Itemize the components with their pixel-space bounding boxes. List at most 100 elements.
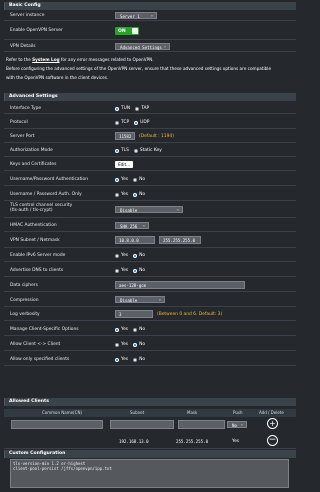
interface-type-label: Interface Type xyxy=(10,106,42,111)
chevron-down-icon: ▾ xyxy=(158,298,161,302)
client-mask: 255.255.255.0 xyxy=(176,439,209,444)
data-ciphers-input[interactable]: aes-128-gcm xyxy=(115,281,245,289)
col-subnet: Subnet xyxy=(130,410,145,415)
server-port-label: Server Port xyxy=(10,134,35,139)
auth-mode-row: Authorization Mode TLS Static Key xyxy=(4,144,296,157)
client-row: 192.168.13.0 255.255.255.0 Yes − xyxy=(4,434,296,449)
custom-config-header: Custom Configuration xyxy=(4,450,296,458)
allowed-clients-table-header: Common Name(CN) Subnet Mask Push Add / D… xyxy=(4,409,296,417)
enable-server-row: Enable OpenVPN Server ON xyxy=(4,22,296,40)
ipv6-row: Enable IPv6 Server mode Yes No xyxy=(4,249,296,262)
auth-mode-label: Authorization Mode xyxy=(10,148,53,153)
data-ciphers-label: Data ciphers xyxy=(10,283,38,288)
vpn-subnet-row: VPN Subnet / Netmask 10.8.0.0 255.255.25… xyxy=(4,233,296,248)
vpn-details-row: VPN Details Advanced Settings ▾ xyxy=(4,41,296,52)
custom-config-textarea[interactable]: tls-version-min 1.2 or-highest client-po… xyxy=(10,459,289,488)
keys-certs-row: Keys and Certificates Edit... xyxy=(4,158,296,171)
interface-type-row: Interface Type TUN TAP xyxy=(4,102,296,114)
hmac-select[interactable]: SHA 256 ▾ xyxy=(115,222,149,229)
userpass-no-radio[interactable] xyxy=(133,177,138,182)
udp-radio[interactable] xyxy=(134,120,139,125)
only-specified-yes-radio[interactable] xyxy=(115,357,119,362)
chevron-down-icon: ▾ xyxy=(142,224,145,228)
c2c-yes-radio[interactable] xyxy=(115,342,119,347)
enable-server-toggle[interactable]: ON xyxy=(115,27,139,35)
delete-client-button[interactable]: − xyxy=(267,435,278,446)
data-ciphers-row: Data ciphers aes-128-gcm xyxy=(4,278,296,292)
log-verbosity-hint: (Between 0 and 6. Default: 3) xyxy=(157,311,223,317)
tap-radio[interactable] xyxy=(135,106,140,111)
static-key-radio[interactable] xyxy=(133,148,138,153)
new-push-select[interactable]: No ▾ xyxy=(227,421,247,428)
server-port-row: Server Port 11582 (Default : 1194) xyxy=(4,130,296,143)
system-log-link[interactable]: System Log xyxy=(32,57,59,62)
log-verbosity-input[interactable]: 3 xyxy=(115,310,153,318)
vpn-subnet-input[interactable]: 10.8.0.0 xyxy=(115,236,155,244)
allowed-clients-header: Allowed Clients xyxy=(4,398,296,406)
only-specified-clients-row: Allow only specified clients Yes No xyxy=(4,352,296,366)
new-mask-input[interactable] xyxy=(178,420,225,429)
edit-keys-button[interactable]: Edit... xyxy=(115,161,134,168)
keys-certs-label: Keys and Certificates xyxy=(10,162,57,167)
chevron-down-icon: ▾ xyxy=(150,14,153,18)
tls-security-select[interactable]: Disable ▾ xyxy=(115,206,183,213)
ipv6-label: Enable IPv6 Server mode xyxy=(10,253,66,258)
client-push: Yes xyxy=(232,439,240,444)
userpass-yes-radio[interactable] xyxy=(115,177,119,182)
hmac-label: HMAC Authentication xyxy=(10,223,57,228)
col-common-name: Common Name(CN) xyxy=(42,410,82,415)
tls-radio[interactable] xyxy=(115,148,119,153)
only-specified-no-radio[interactable] xyxy=(133,357,138,362)
userpass-only-row: Username / Password Auth. Only Yes No xyxy=(4,187,296,201)
tls-security-label: TLS control channel security (tls-auth / … xyxy=(10,203,73,213)
advertise-dns-label: Advertise DNS to clients xyxy=(10,268,64,273)
system-log-note: Refer to the System Log for any error me… xyxy=(6,57,154,62)
hmac-row: HMAC Authentication SHA 256 ▾ xyxy=(4,219,296,232)
new-subnet-input[interactable] xyxy=(110,420,174,429)
server-port-input[interactable]: 11582 xyxy=(115,132,135,140)
compat-note-2: with the OpenVPN software in the client … xyxy=(6,75,109,80)
log-verbosity-row: Log verbosity 3 (Between 0 and 6. Defaul… xyxy=(4,308,296,321)
vpn-details-label: VPN Details xyxy=(10,44,36,49)
ipv6-no-radio[interactable] xyxy=(133,253,138,258)
advanced-settings-header: Advanced Settings xyxy=(4,93,296,101)
vpn-netmask-input[interactable]: 255.255.255.0 xyxy=(159,236,201,244)
userpass-only-label: Username / Password Auth. Only xyxy=(10,192,82,197)
basic-config-header: Basic Config xyxy=(4,2,296,10)
tls-security-row: TLS control channel security (tls-auth / … xyxy=(4,202,296,218)
advertise-no-radio[interactable] xyxy=(133,268,138,273)
ipv6-yes-radio[interactable] xyxy=(115,253,119,258)
manage-client-options-row: Manage Client-Specific Options Yes No xyxy=(4,322,296,336)
new-common-name-input[interactable] xyxy=(11,420,103,429)
only-specified-clients-label: Allow only specified clients xyxy=(10,357,70,362)
vpn-subnet-label: VPN Subnet / Netmask xyxy=(10,238,60,243)
client-to-client-label: Allow Client <-> Client xyxy=(10,342,61,347)
tcp-radio[interactable] xyxy=(115,120,119,125)
advertise-yes-radio[interactable] xyxy=(115,268,119,273)
compat-note-1: Before configuring the advanced settings… xyxy=(6,66,272,71)
protocol-row: Protocol TCP UDP xyxy=(4,115,296,129)
tun-radio[interactable] xyxy=(115,106,119,111)
manage-no-radio[interactable] xyxy=(133,327,138,332)
server-instance-select[interactable]: Server 1 ▾ xyxy=(115,12,157,19)
add-client-button[interactable]: + xyxy=(267,418,278,429)
userpass-only-yes-radio[interactable] xyxy=(115,192,119,197)
userpass-only-no-radio[interactable] xyxy=(133,192,138,197)
advertise-dns-row: Advertise DNS to clients Yes No xyxy=(4,263,296,277)
new-client-row: No ▾ + xyxy=(4,418,296,432)
chevron-down-icon: ▾ xyxy=(176,208,179,212)
compression-select[interactable]: Disable ▾ xyxy=(115,296,165,303)
chevron-down-icon: ▾ xyxy=(163,45,166,49)
client-subnet: 192.168.13.0 xyxy=(119,439,149,444)
openvpn-server-page: Basic Config Server instance Server 1 ▾ E… xyxy=(0,0,300,492)
notes-block: Refer to the System Log for any error me… xyxy=(6,55,296,82)
c2c-no-radio[interactable] xyxy=(133,342,138,347)
server-port-hint: (Default : 1194) xyxy=(139,133,174,139)
chevron-down-icon: ▾ xyxy=(240,423,243,427)
col-push: Push xyxy=(233,410,243,415)
vpn-details-select[interactable]: Advanced Settings ▾ xyxy=(115,43,170,50)
manage-yes-radio[interactable] xyxy=(115,327,119,332)
manage-client-options-label: Manage Client-Specific Options xyxy=(10,327,79,332)
client-to-client-row: Allow Client <-> Client Yes No xyxy=(4,337,296,351)
col-mask: Mask xyxy=(187,410,198,415)
